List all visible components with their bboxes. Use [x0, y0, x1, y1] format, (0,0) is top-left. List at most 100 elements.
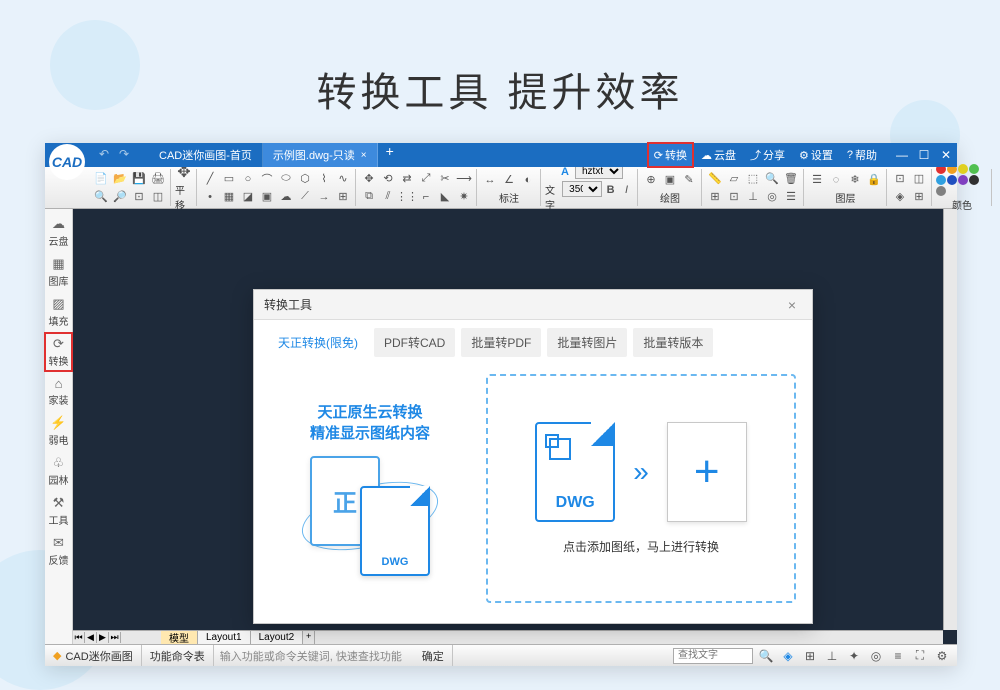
sidebar-item-转换[interactable]: ⟳转换 — [45, 333, 72, 371]
zoom-fit-icon[interactable]: ⊡ — [130, 188, 148, 206]
sidebar-item-工具[interactable]: ⚒工具 — [45, 492, 72, 530]
drop-zone[interactable]: DWG » + 点击添加图纸，马上进行转换 — [486, 374, 796, 603]
scroll-last-icon[interactable]: ⏭ — [109, 632, 121, 643]
find-icon[interactable]: 🔍 — [763, 170, 781, 188]
spline-icon[interactable]: ∿ — [334, 170, 352, 188]
snap-icon[interactable]: ⊡ — [725, 188, 743, 206]
select-icon[interactable]: ⬚ — [744, 170, 762, 188]
purge-icon[interactable]: 🗑 — [782, 170, 800, 188]
line-icon[interactable]: ╱ — [201, 170, 219, 188]
search-icon[interactable]: 🔍 — [757, 647, 775, 665]
sidebar-item-图库[interactable]: ▦图库 — [45, 253, 72, 291]
explode-icon[interactable]: ✷ — [455, 188, 473, 206]
status-app-name[interactable]: ◆ CAD迷你画图 — [45, 645, 142, 666]
confirm-button[interactable]: 确定 — [414, 645, 453, 666]
trim-icon[interactable]: ✂ — [436, 170, 454, 188]
scroll-first-icon[interactable]: ⏮ — [73, 632, 85, 643]
area-icon[interactable]: ▱ — [725, 170, 743, 188]
modal-tab[interactable]: PDF转CAD — [374, 328, 455, 357]
dim-radius-icon[interactable]: ◐ — [519, 171, 537, 189]
ray-icon[interactable]: → — [315, 188, 333, 206]
convert-button[interactable]: ⟳转换 — [648, 143, 693, 167]
sidebar-item-填充[interactable]: ▨填充 — [45, 293, 72, 331]
sidebar-item-家装[interactable]: ⌂家装 — [45, 373, 72, 410]
sidebar-item-云盘[interactable]: ☁云盘 — [45, 213, 72, 251]
app-logo-icon[interactable]: CAD — [49, 144, 85, 180]
mirror-icon[interactable]: ⇄ — [398, 170, 416, 188]
edit-block-icon[interactable]: ✎ — [680, 171, 698, 189]
add-layout-icon[interactable]: + — [303, 631, 315, 644]
open-file-icon[interactable]: 📂 — [111, 170, 129, 188]
command-table-button[interactable]: 功能命令表 — [142, 645, 214, 666]
scroll-prev-icon[interactable]: ◀ — [85, 632, 97, 643]
fullscreen-icon[interactable]: ⛶ — [911, 647, 929, 665]
cloud-shape-icon[interactable]: ☁ — [277, 188, 295, 206]
add-tab-button[interactable]: + — [378, 143, 402, 167]
extend-icon[interactable]: ⟶ — [455, 170, 473, 188]
new-file-icon[interactable]: 📄 — [92, 170, 110, 188]
sidebar-item-园林[interactable]: ♧园林 — [45, 452, 72, 490]
chamfer-icon[interactable]: ◣ — [436, 188, 454, 206]
rect-icon[interactable]: ▭ — [220, 170, 238, 188]
osnap-toggle-icon[interactable]: ◎ — [867, 647, 885, 665]
move-icon[interactable]: ✥ — [360, 170, 378, 188]
sidebar-item-反馈[interactable]: ✉反馈 — [45, 532, 72, 570]
command-input[interactable]: 输入功能或命令关键词, 快速查找功能 — [214, 645, 414, 666]
minimize-button[interactable]: — — [891, 148, 913, 162]
print-icon[interactable]: 🖨 — [149, 170, 167, 188]
scale-icon[interactable]: ⤢ — [417, 170, 435, 188]
layout-tab-model[interactable]: 模型 — [161, 631, 198, 644]
bold-icon[interactable]: B — [603, 181, 618, 199]
help-button[interactable]: ?帮助 — [841, 143, 883, 167]
ortho-toggle-icon[interactable]: ⊥ — [823, 647, 841, 665]
create-block-icon[interactable]: ▣ — [661, 171, 679, 189]
color-swatch[interactable] — [936, 186, 946, 196]
add-file-button[interactable]: + — [667, 422, 747, 522]
layout-tab-1[interactable]: Layout1 — [198, 631, 251, 644]
scrollbar-horizontal[interactable]: ⏮ ◀ ▶ ⏭ 模型 Layout1 Layout2 + — [73, 630, 943, 644]
lineweight-icon[interactable]: ≡ — [889, 647, 907, 665]
table-icon[interactable]: ⊞ — [334, 188, 352, 206]
offset-icon[interactable]: ⫽ — [379, 188, 397, 206]
undo-icon[interactable]: ↶ — [99, 147, 115, 163]
grid-icon[interactable]: ⊞ — [706, 188, 724, 206]
tab-document[interactable]: 示例图.dwg-只读 × — [263, 143, 378, 167]
sidebar-item-弱电[interactable]: ⚡弱电 — [45, 412, 72, 450]
hatch-icon[interactable]: ▦ — [220, 188, 238, 206]
color-swatch[interactable] — [936, 175, 946, 185]
modal-tab[interactable]: 批量转版本 — [633, 328, 713, 357]
search-input[interactable] — [673, 648, 753, 664]
color-swatch[interactable] — [958, 175, 968, 185]
save-icon[interactable]: 💾 — [130, 170, 148, 188]
modal-tab[interactable]: 批量转PDF — [461, 328, 541, 357]
osnap-icon[interactable]: ◎ — [763, 188, 781, 206]
size-select[interactable]: 350 — [562, 181, 602, 197]
share-button[interactable]: ⤴分享 — [744, 143, 791, 167]
zoom-window-icon[interactable]: ◫ — [149, 188, 167, 206]
construction-line-icon[interactable]: ⟋ — [296, 188, 314, 206]
close-icon[interactable]: × — [361, 150, 367, 161]
region-icon[interactable]: ▣ — [258, 188, 276, 206]
grid-toggle-icon[interactable]: ⊞ — [801, 647, 819, 665]
tab-home[interactable]: CAD迷你画图-首页 — [149, 143, 263, 167]
layer-freeze-icon[interactable]: ❄ — [846, 171, 864, 189]
settings-icon[interactable]: ⚙ — [933, 647, 951, 665]
polygon-icon[interactable]: ⬡ — [296, 170, 314, 188]
block-icon[interactable]: ◪ — [239, 188, 257, 206]
view-top-icon[interactable]: ⊡ — [891, 170, 909, 188]
color-swatch[interactable] — [969, 164, 979, 174]
canvas-area[interactable]: 转换工具 × 天正转换(限免)PDF转CAD批量转PDF批量转图片批量转版本 天… — [73, 209, 957, 644]
ortho-icon[interactable]: ⊥ — [744, 188, 762, 206]
cloud-button[interactable]: ☁云盘 — [695, 143, 742, 167]
layer-lock-icon[interactable]: 🔒 — [865, 171, 883, 189]
view-3d-icon[interactable]: ◫ — [910, 170, 928, 188]
snap-toggle-icon[interactable]: ◈ — [779, 647, 797, 665]
color-swatch[interactable] — [969, 175, 979, 185]
ellipse-icon[interactable]: ⬭ — [277, 170, 295, 188]
point-icon[interactable]: • — [201, 188, 219, 206]
modal-tab[interactable]: 天正转换(限免) — [268, 328, 368, 357]
polar-toggle-icon[interactable]: ✦ — [845, 647, 863, 665]
scroll-next-icon[interactable]: ▶ — [97, 632, 109, 643]
copy-icon[interactable]: ⧉ — [360, 188, 378, 206]
polyline-icon[interactable]: ⌇ — [315, 170, 333, 188]
